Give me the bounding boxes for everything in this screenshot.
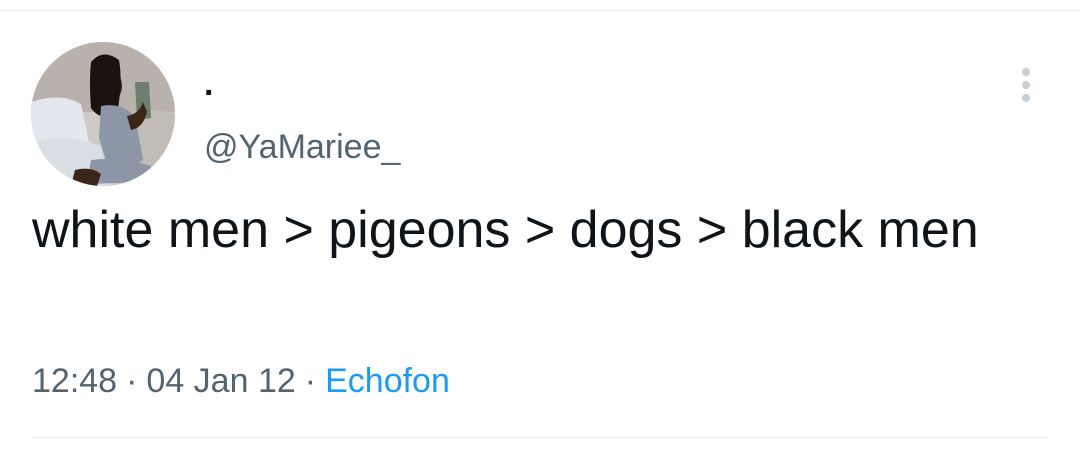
display-name[interactable]: . bbox=[204, 64, 213, 104]
avatar-image bbox=[31, 42, 175, 186]
tweet-date[interactable]: 04 Jan 12 bbox=[146, 362, 295, 400]
tweet-source-link[interactable]: Echofon bbox=[325, 362, 450, 400]
tweet-text: white men > pigeons > dogs > black men bbox=[32, 201, 979, 259]
bottom-divider bbox=[32, 437, 1048, 438]
avatar[interactable] bbox=[31, 42, 175, 186]
top-divider bbox=[0, 10, 1080, 11]
meta-separator: · bbox=[304, 362, 317, 400]
user-handle[interactable]: @YaMariee_ bbox=[204, 127, 400, 167]
more-options-button[interactable] bbox=[1008, 64, 1044, 106]
tweet-time[interactable]: 12:48 bbox=[32, 362, 117, 400]
meta-separator: · bbox=[126, 362, 138, 400]
more-vertical-icon bbox=[1022, 68, 1030, 102]
tweet-meta: 12:48 · 04 Jan 12 · Echofon bbox=[32, 360, 450, 402]
